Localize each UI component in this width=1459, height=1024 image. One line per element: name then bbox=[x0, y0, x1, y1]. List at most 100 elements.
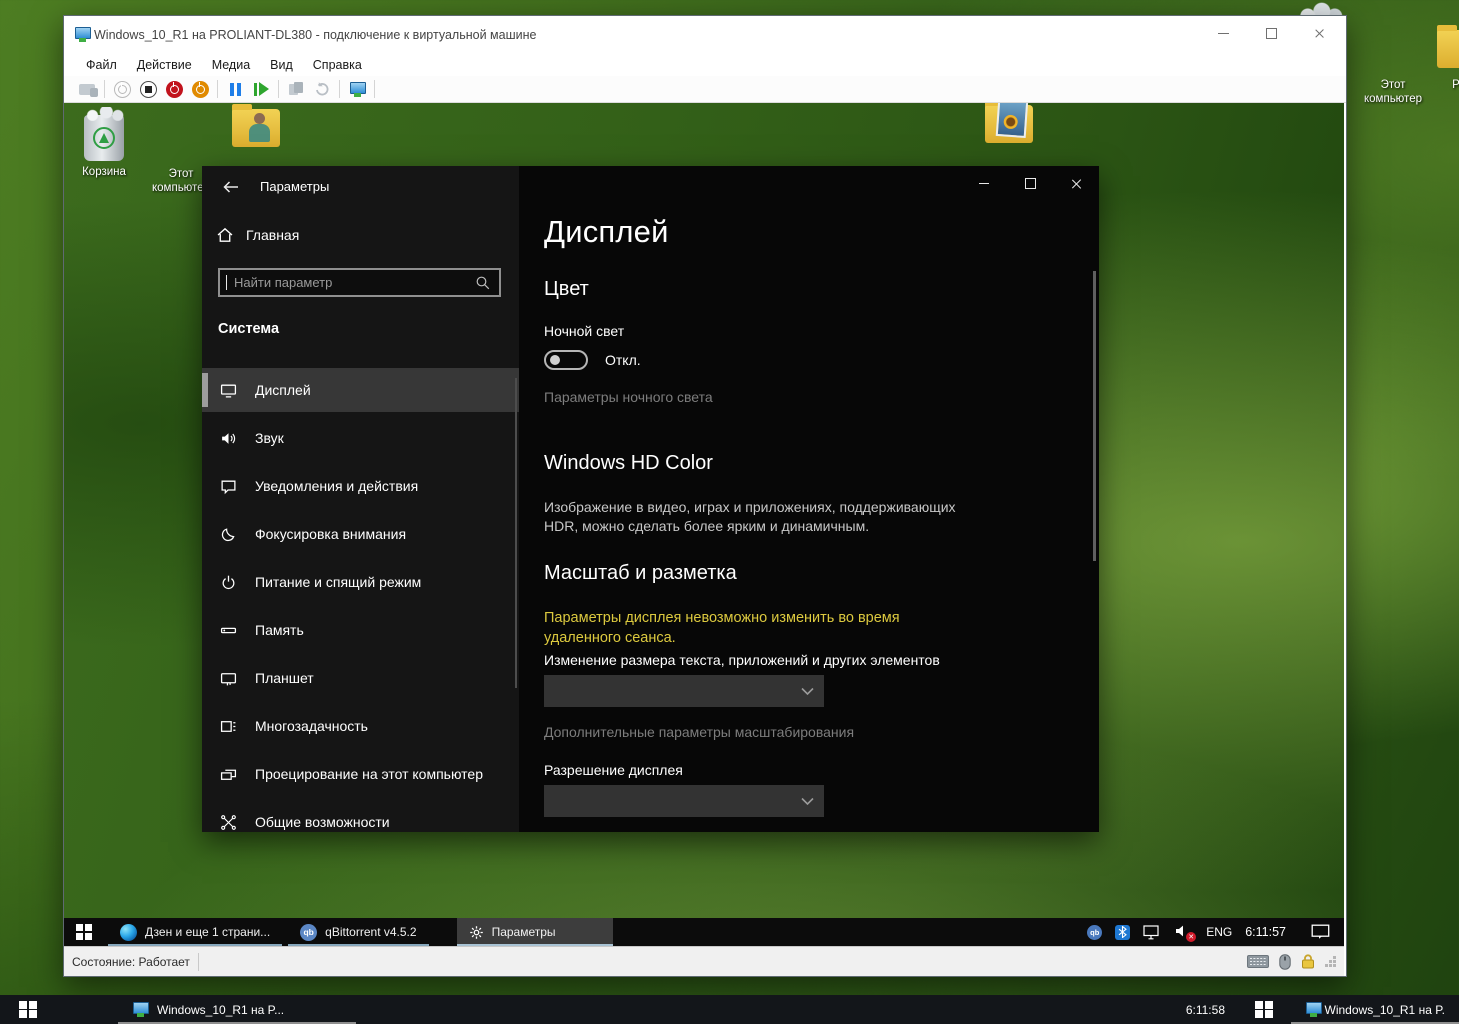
taskbar-button-qbittorrent[interactable]: qb qBittorrent v4.5.2 bbox=[288, 918, 428, 946]
host-recycle-bin-peek[interactable] bbox=[1291, 0, 1347, 16]
checkpoint-button[interactable] bbox=[283, 78, 309, 100]
network-display-icon[interactable] bbox=[1143, 925, 1162, 940]
display-icon bbox=[219, 381, 237, 399]
vm-system-tray: qb ✕ ENG 6:11:57 bbox=[1087, 918, 1344, 946]
statusbar-separator bbox=[198, 953, 199, 971]
scaling-dropdown[interactable] bbox=[544, 675, 824, 707]
sidebar-scrollbar[interactable] bbox=[515, 378, 517, 688]
shutdown-icon bbox=[166, 81, 183, 98]
back-button[interactable] bbox=[214, 174, 248, 200]
nav-home-label: Главная bbox=[246, 227, 299, 243]
language-indicator[interactable]: ENG bbox=[1206, 925, 1232, 939]
host-taskbar-vmconnect-button[interactable]: Windows_10_R1 на P... bbox=[118, 995, 356, 1024]
reset-button[interactable] bbox=[248, 78, 274, 100]
settings-close-button[interactable] bbox=[1053, 166, 1099, 200]
host-desktop-icon-this-pc[interactable]: Этот компьютер bbox=[1360, 26, 1426, 106]
keyboard-icon bbox=[79, 84, 95, 95]
save-state-button[interactable] bbox=[187, 78, 213, 100]
sidebar-item-tablet[interactable]: Планшет bbox=[202, 656, 519, 700]
night-light-toggle[interactable]: Откл. bbox=[544, 350, 641, 370]
vm-clock[interactable]: 6:11:57 bbox=[1245, 925, 1286, 939]
settings-minimize-button[interactable] bbox=[961, 166, 1007, 200]
night-light-settings-link[interactable]: Параметры ночного света bbox=[544, 389, 713, 405]
revert-button[interactable] bbox=[309, 78, 335, 100]
desktop-root: { "host": { "taskbar": { "window_button"… bbox=[0, 0, 1459, 1024]
host-clock[interactable]: 6:11:58 bbox=[1174, 995, 1237, 1024]
nav-group-title: Система bbox=[218, 321, 279, 337]
maximize-button[interactable] bbox=[1248, 18, 1294, 48]
sidebar-item-shared-experiences[interactable]: Общие возможности bbox=[202, 800, 519, 832]
mouse-capture-icon bbox=[1279, 954, 1291, 970]
bluetooth-icon[interactable] bbox=[1115, 925, 1130, 940]
sidebar-item-multitasking[interactable]: Многозадачность bbox=[202, 704, 519, 748]
volume-muted-icon[interactable]: ✕ bbox=[1175, 924, 1193, 940]
windows-logo-icon bbox=[1255, 1001, 1273, 1019]
action-center-icon[interactable] bbox=[1311, 924, 1330, 940]
toolbar-separator bbox=[104, 80, 105, 98]
resize-grip[interactable] bbox=[1325, 956, 1336, 967]
search-box[interactable] bbox=[218, 268, 501, 297]
shared-experiences-icon bbox=[219, 813, 237, 831]
maximize-icon bbox=[1025, 178, 1036, 189]
enhanced-session-button[interactable] bbox=[344, 78, 370, 100]
vmconnect-icon bbox=[132, 1002, 149, 1017]
settings-maximize-button[interactable] bbox=[1007, 166, 1053, 200]
hdr-section-heading: Windows HD Color bbox=[544, 452, 713, 475]
start-icon bbox=[114, 81, 131, 98]
menu-media[interactable]: Медиа bbox=[202, 56, 260, 74]
sidebar-item-storage[interactable]: Память bbox=[202, 608, 519, 652]
taskbar-button-edge[interactable]: Дзен и еще 1 страни... bbox=[108, 918, 282, 946]
pause-button[interactable] bbox=[222, 78, 248, 100]
sidebar-item-label: Звук bbox=[255, 430, 284, 446]
host-start-button[interactable] bbox=[0, 995, 56, 1024]
menu-view[interactable]: Вид bbox=[260, 56, 303, 74]
night-light-state: Откл. bbox=[605, 352, 641, 368]
menu-file[interactable]: Файл bbox=[76, 56, 127, 74]
vm-desktop-icon-user-folder[interactable] bbox=[228, 109, 284, 147]
taskbar-button-settings[interactable]: Параметры bbox=[457, 918, 613, 946]
vm-desktop-icon-pictures-folder[interactable] bbox=[981, 105, 1037, 143]
sidebar-item-label: Планшет bbox=[255, 670, 314, 686]
vm-status-text: Состояние: Работает bbox=[72, 955, 190, 969]
vmconnect-menubar: Файл Действие Медиа Вид Справка bbox=[64, 54, 1346, 76]
sidebar-item-focus-assist[interactable]: Фокусировка внимания bbox=[202, 512, 519, 556]
close-button[interactable] bbox=[1296, 18, 1342, 48]
resolution-dropdown[interactable] bbox=[544, 785, 824, 817]
close-icon bbox=[1071, 178, 1082, 189]
turn-off-button[interactable] bbox=[135, 78, 161, 100]
sidebar-item-projecting[interactable]: Проецирование на этот компьютер bbox=[202, 752, 519, 796]
search-input[interactable] bbox=[227, 275, 475, 290]
sound-icon bbox=[219, 429, 237, 447]
play-icon bbox=[254, 82, 269, 96]
vm-start-button[interactable] bbox=[64, 918, 104, 946]
sidebar-item-label: Фокусировка внимания bbox=[255, 526, 406, 542]
chevron-down-icon bbox=[801, 687, 814, 696]
sidebar-item-power-sleep[interactable]: Питание и спящий режим bbox=[202, 560, 519, 604]
resolution-label: Разрешение дисплея bbox=[544, 762, 683, 778]
multitasking-icon bbox=[219, 717, 237, 735]
notifications-icon bbox=[219, 477, 237, 495]
settings-window: Параметры Главная Система Дисплей bbox=[202, 166, 1099, 832]
taskbar-button-label: Windows_10_R1 на P... bbox=[157, 1003, 284, 1017]
nav-home[interactable]: Главная bbox=[216, 226, 299, 244]
host-start-button-secondary[interactable] bbox=[1237, 995, 1291, 1024]
main-scrollbar[interactable] bbox=[1093, 271, 1096, 561]
shutdown-button[interactable] bbox=[161, 78, 187, 100]
sidebar-item-notifications[interactable]: Уведомления и действия bbox=[202, 464, 519, 508]
advanced-scaling-link[interactable]: Дополнительные параметры масштабирования bbox=[544, 724, 854, 740]
pause-icon bbox=[230, 83, 241, 96]
vm-screen: Корзина Этот компьютер Параметры Главная bbox=[64, 103, 1344, 946]
start-vm-button[interactable] bbox=[109, 78, 135, 100]
sidebar-item-sound[interactable]: Звук bbox=[202, 416, 519, 460]
minimize-button[interactable] bbox=[1200, 18, 1246, 48]
tray-qbittorrent-icon[interactable]: qb bbox=[1087, 925, 1102, 940]
sidebar-item-display[interactable]: Дисплей bbox=[202, 368, 519, 412]
ctrl-alt-del-button[interactable] bbox=[74, 78, 100, 100]
menu-action[interactable]: Действие bbox=[127, 56, 202, 74]
vmconnect-titlebar[interactable]: Windows_10_R1 на PROLIANT-DL380 - подклю… bbox=[64, 16, 1346, 54]
vm-desktop-icon-recycle-bin[interactable]: Корзина bbox=[78, 115, 130, 179]
menu-help[interactable]: Справка bbox=[303, 56, 372, 74]
host-desktop-icon-folder[interactable]: Рог bbox=[1437, 30, 1459, 92]
host-taskbar-vmconnect-button-secondary[interactable]: Windows_10_R1 на P. bbox=[1291, 995, 1459, 1024]
desktop-icon-label: Корзина bbox=[78, 165, 130, 179]
